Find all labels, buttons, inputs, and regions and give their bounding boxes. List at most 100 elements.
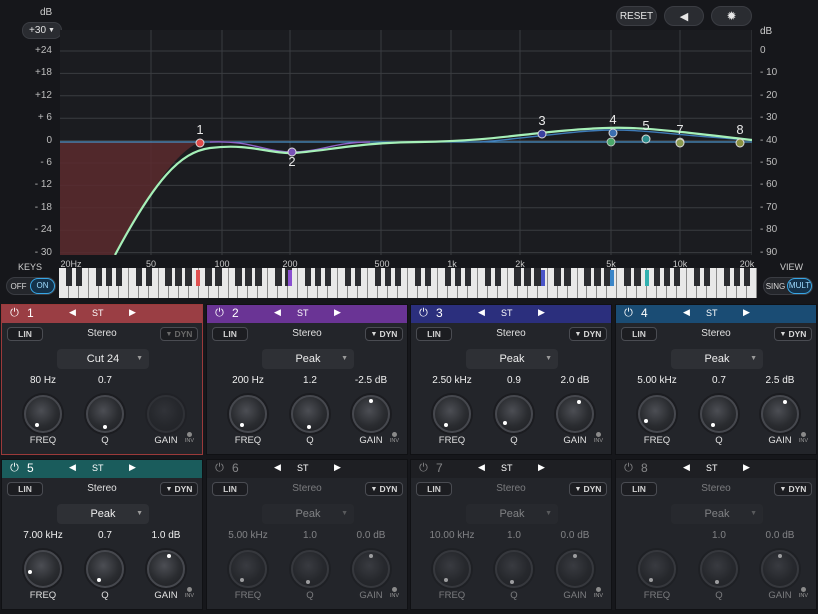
power-icon[interactable]: ⏻ bbox=[8, 462, 21, 475]
freq-knob[interactable] bbox=[24, 550, 62, 588]
freq-knob[interactable] bbox=[229, 395, 267, 433]
band-panel-7[interactable]: ⏻ 7 ◀ ST ▶ LIN Stereo ▼ DYN Peak ▼ 10.00 k… bbox=[410, 459, 612, 610]
q-value[interactable]: 1.2 bbox=[303, 375, 317, 386]
piano-black-key[interactable] bbox=[424, 268, 432, 286]
next-channel-arrow-icon[interactable]: ▶ bbox=[538, 462, 545, 473]
piano-black-key[interactable] bbox=[564, 268, 571, 286]
eq-node-8[interactable] bbox=[735, 138, 745, 148]
power-icon[interactable]: ⏻ bbox=[417, 462, 430, 475]
invert-toggle[interactable]: INV bbox=[390, 587, 399, 599]
eq-node-7[interactable] bbox=[675, 138, 685, 148]
dyn-button[interactable]: ▼ DYN bbox=[365, 482, 403, 496]
freq-value[interactable]: 7.00 kHz bbox=[23, 530, 62, 541]
filter-type-dropdown[interactable]: Peak ▼ bbox=[262, 504, 354, 524]
q-value[interactable]: 1.0 bbox=[507, 530, 521, 541]
filter-type-dropdown[interactable]: Peak ▼ bbox=[466, 349, 558, 369]
piano-black-key[interactable] bbox=[664, 268, 671, 286]
piano-black-key[interactable] bbox=[584, 268, 591, 286]
freq-value[interactable]: 2.50 kHz bbox=[432, 375, 471, 386]
next-channel-arrow-icon[interactable]: ▶ bbox=[538, 307, 545, 318]
dyn-button[interactable]: ▼ DYN bbox=[569, 327, 607, 341]
filter-type-dropdown[interactable]: Peak ▼ bbox=[262, 349, 354, 369]
dyn-button[interactable]: ▼ DYN bbox=[365, 327, 403, 341]
power-icon[interactable]: ⏻ bbox=[417, 307, 430, 320]
band-panel-6[interactable]: ⏻ 6 ◀ ST ▶ LIN Stereo ▼ DYN Peak ▼ 5.00 kH… bbox=[206, 459, 408, 610]
prev-channel-arrow-icon[interactable]: ◀ bbox=[683, 462, 690, 473]
eq-node-1[interactable] bbox=[195, 138, 205, 148]
piano-black-key[interactable] bbox=[733, 268, 741, 286]
eq-node-4[interactable] bbox=[608, 128, 618, 138]
invert-toggle[interactable]: INV bbox=[185, 432, 194, 444]
prev-channel-arrow-icon[interactable]: ◀ bbox=[69, 462, 76, 473]
view-toggle[interactable]: SING MULT bbox=[763, 277, 813, 295]
piano-black-key[interactable] bbox=[344, 268, 352, 286]
piano-black-key[interactable] bbox=[185, 268, 192, 286]
eq-node-5[interactable] bbox=[641, 134, 651, 144]
dyn-button[interactable]: ▼ DYN bbox=[774, 327, 812, 341]
filter-type-dropdown[interactable]: Peak ▼ bbox=[57, 504, 149, 524]
filter-type-dropdown[interactable]: Peak ▼ bbox=[671, 349, 763, 369]
piano-black-key[interactable] bbox=[524, 268, 531, 286]
invert-toggle[interactable]: INV bbox=[594, 587, 603, 599]
freq-value[interactable]: 5.00 kHz bbox=[228, 530, 267, 541]
piano-black-key[interactable] bbox=[674, 268, 681, 286]
power-icon[interactable]: ⏻ bbox=[622, 307, 635, 320]
piano-keyboard[interactable] bbox=[59, 268, 757, 298]
piano-black-key[interactable] bbox=[594, 268, 601, 286]
piano-black-key[interactable] bbox=[743, 268, 751, 286]
reset-button[interactable]: RESET bbox=[616, 6, 657, 26]
band-panel-4[interactable]: ⏻ 4 ◀ ST ▶ LIN Stereo ▼ DYN Peak ▼ 5.00 kH… bbox=[615, 304, 817, 455]
dyn-button[interactable]: ▼ DYN bbox=[774, 482, 812, 496]
piano-black-key[interactable] bbox=[414, 268, 422, 286]
prev-channel-arrow-icon[interactable]: ◀ bbox=[683, 307, 690, 318]
q-knob[interactable] bbox=[495, 395, 533, 433]
invert-toggle[interactable]: INV bbox=[390, 432, 399, 444]
piano-black-key[interactable] bbox=[634, 268, 641, 286]
q-knob[interactable] bbox=[495, 550, 533, 588]
prev-channel-arrow-icon[interactable]: ◀ bbox=[274, 307, 281, 318]
next-channel-arrow-icon[interactable]: ▶ bbox=[129, 307, 136, 318]
filter-type-dropdown[interactable]: Cut 24 ▼ bbox=[57, 349, 149, 369]
q-value[interactable]: 0.7 bbox=[98, 375, 112, 386]
gain-value[interactable]: -2.5 dB bbox=[355, 375, 387, 386]
gain-knob[interactable] bbox=[147, 550, 185, 588]
settings-button[interactable]: ✹ bbox=[711, 6, 752, 26]
q-value[interactable]: 0.9 bbox=[507, 375, 521, 386]
eq-node-3[interactable] bbox=[537, 129, 547, 139]
gain-value[interactable]: 2.0 dB bbox=[561, 375, 590, 386]
q-knob[interactable] bbox=[700, 395, 738, 433]
piano-black-key[interactable] bbox=[235, 268, 242, 286]
band-panel-2[interactable]: ⏻ 2 ◀ ST ▶ LIN Stereo ▼ DYN Peak ▼ 200 Hz … bbox=[206, 304, 408, 455]
invert-toggle[interactable]: INV bbox=[185, 587, 194, 599]
gain-knob[interactable] bbox=[761, 550, 799, 588]
freq-value[interactable]: 80 Hz bbox=[30, 375, 56, 386]
q-value[interactable]: 1.0 bbox=[712, 530, 726, 541]
piano-black-key[interactable] bbox=[165, 268, 172, 286]
freq-value[interactable]: 5.00 kHz bbox=[637, 375, 676, 386]
next-channel-arrow-icon[interactable]: ▶ bbox=[743, 462, 750, 473]
gain-knob[interactable] bbox=[352, 395, 390, 433]
freq-knob[interactable] bbox=[433, 395, 471, 433]
power-icon[interactable]: ⏻ bbox=[8, 307, 21, 320]
q-knob[interactable] bbox=[291, 395, 329, 433]
speaker-button[interactable]: ◀ bbox=[664, 6, 704, 26]
range-selector[interactable]: +30 ▼ bbox=[22, 22, 62, 39]
band-panel-1[interactable]: ⏻ 1 ◀ ST ▶ LIN Stereo ▼ DYN Cut 24 ▼ 80 Hz… bbox=[1, 304, 203, 455]
eq-node-secondary[interactable] bbox=[606, 137, 616, 147]
piano-black-key[interactable] bbox=[394, 268, 402, 286]
dyn-button[interactable]: ▼ DYN bbox=[160, 327, 198, 341]
piano-black-key[interactable] bbox=[305, 268, 312, 286]
filter-type-dropdown[interactable]: Peak ▼ bbox=[466, 504, 558, 524]
next-channel-arrow-icon[interactable]: ▶ bbox=[334, 307, 341, 318]
prev-channel-arrow-icon[interactable]: ◀ bbox=[478, 462, 485, 473]
piano-black-key[interactable] bbox=[95, 268, 103, 286]
freq-knob[interactable] bbox=[638, 395, 676, 433]
freq-value[interactable]: 200 Hz bbox=[232, 375, 264, 386]
band-panel-5[interactable]: ⏻ 5 ◀ ST ▶ LIN Stereo ▼ DYN Peak ▼ 7.00 kH… bbox=[1, 459, 203, 610]
freq-knob[interactable] bbox=[229, 550, 267, 588]
gain-value[interactable]: 0.0 dB bbox=[766, 530, 795, 541]
gain-value[interactable]: 0.0 dB bbox=[561, 530, 590, 541]
freq-knob[interactable] bbox=[24, 395, 62, 433]
keys-toggle[interactable]: OFF ON bbox=[6, 277, 56, 295]
piano-black-key[interactable] bbox=[514, 268, 521, 286]
